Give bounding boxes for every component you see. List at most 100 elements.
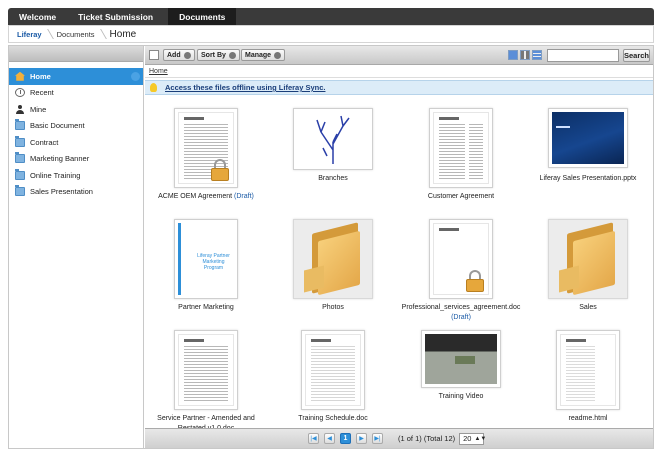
document-item[interactable]: Liferay Sales Presentation.pptx — [528, 108, 648, 208]
document-preview: Liferay Partner Marketing Program — [178, 223, 234, 295]
sidebar-item-online-training[interactable]: Online Training — [9, 167, 143, 184]
folder-item[interactable]: Sales — [528, 219, 648, 319]
sidebar-item-label: Basic Document — [30, 121, 85, 131]
document-preview-text: Liferay Partner Marketing Program — [197, 253, 230, 271]
first-page-button[interactable]: |◀ — [308, 433, 319, 444]
document-title[interactable]: ACME OEM Agreement (Draft) — [146, 192, 266, 202]
search-button[interactable]: Search — [623, 49, 650, 62]
sidebar-item-marketing-banner[interactable]: Marketing Banner — [9, 151, 143, 168]
document-title[interactable]: Photos — [273, 303, 393, 313]
clock-icon — [15, 88, 25, 98]
folder-item[interactable]: Photos — [273, 219, 393, 319]
document-title[interactable]: Partner Marketing — [146, 303, 266, 313]
descriptive-view-icon[interactable] — [520, 50, 530, 60]
lock-icon — [209, 159, 231, 181]
icon-view-icon[interactable] — [508, 50, 518, 60]
draft-status: (Draft) — [451, 314, 471, 321]
home-icon — [15, 71, 25, 81]
document-item[interactable]: Customer Agreement — [401, 108, 521, 208]
folder-icon — [15, 168, 25, 180]
document-thumbnail[interactable] — [429, 219, 493, 299]
folder-thumbnail[interactable] — [293, 219, 373, 299]
document-item[interactable]: Training Video — [401, 330, 521, 430]
pagination: |◀ ◀ 1 ▶ ▶| (1 of 1) (Total 12) 20 ▲▼ — [145, 428, 653, 448]
document-item[interactable]: Service Partner - Amended and Restated v… — [146, 330, 266, 432]
breadcrumb-documents[interactable]: Documents — [57, 30, 104, 39]
folder-breadcrumb-home[interactable]: Home — [149, 68, 168, 75]
sidebar-item-contract[interactable]: Contract — [9, 134, 143, 151]
tab-documents[interactable]: Documents — [168, 8, 237, 25]
folder-icon — [15, 119, 25, 131]
add-button[interactable]: Add — [163, 49, 195, 61]
sidebar-item-label: Recent — [30, 88, 54, 98]
tab-welcome[interactable]: Welcome — [8, 8, 67, 25]
document-title[interactable]: Sales — [528, 303, 648, 313]
document-thumbnail[interactable] — [548, 108, 628, 168]
tab-ticket-submission[interactable]: Ticket Submission — [67, 8, 164, 25]
sidebar-item-mine[interactable]: Mine — [9, 101, 143, 118]
next-page-button[interactable]: ▶ — [356, 433, 367, 444]
page-size-value: 20 — [463, 434, 472, 443]
sidebar-header — [9, 46, 143, 62]
draft-status: (Draft) — [234, 193, 254, 200]
document-item[interactable]: Professional_services_agreement.doc (Dra… — [401, 219, 521, 321]
lightbulb-icon — [150, 83, 157, 92]
breadcrumb-liferay[interactable]: Liferay — [17, 30, 51, 39]
document-title[interactable]: Customer Agreement — [401, 192, 521, 202]
document-thumbnail[interactable] — [556, 330, 620, 410]
document-title[interactable]: readme.html — [528, 414, 648, 424]
breadcrumb-home: Home — [109, 28, 137, 40]
search-input[interactable] — [547, 49, 619, 62]
sidebar-item-sales-presentation[interactable]: Sales Presentation — [9, 184, 143, 201]
select-all-checkbox[interactable] — [149, 50, 159, 60]
chevron-down-icon — [183, 51, 191, 59]
document-item[interactable]: Liferay Partner Marketing Program Partne… — [146, 219, 266, 319]
folder-thumbnail[interactable] — [293, 108, 373, 170]
folder-icon — [15, 152, 25, 164]
current-page[interactable]: 1 — [340, 433, 351, 444]
document-preview — [433, 223, 489, 295]
list-view-icon[interactable] — [532, 50, 542, 60]
folder-icon — [559, 222, 617, 296]
top-navigation: Welcome Ticket Submission Documents — [8, 8, 654, 25]
document-preview — [560, 334, 616, 406]
sidebar-item-basic-document[interactable]: Basic Document — [9, 118, 143, 135]
document-title[interactable]: Training Video — [401, 392, 521, 402]
manage-button[interactable]: Manage — [241, 49, 286, 61]
liferay-sync-link[interactable]: Access these files offline using Liferay… — [165, 83, 325, 92]
chevron-down-icon — [274, 51, 282, 59]
folder-icon — [15, 135, 25, 147]
page-info: (1 of 1) (Total 12) — [398, 434, 456, 443]
document-thumbnail[interactable]: Liferay Partner Marketing Program — [174, 219, 238, 299]
document-title[interactable]: Liferay Sales Presentation.pptx — [528, 174, 648, 184]
folder-icon — [15, 185, 25, 197]
document-title[interactable]: Training Schedule.doc — [273, 414, 393, 424]
folder-item[interactable]: Branches — [273, 108, 393, 208]
sidebar-item-label: Marketing Banner — [30, 154, 90, 164]
document-thumbnail[interactable] — [174, 330, 238, 410]
document-title[interactable]: Professional_services_agreement.doc (Dra… — [401, 303, 521, 323]
user-icon — [15, 104, 25, 114]
sidebar-item-home[interactable]: Home — [9, 68, 143, 85]
document-item[interactable]: Training Schedule.doc — [273, 330, 393, 430]
document-thumbnail[interactable] — [174, 108, 238, 188]
folder-thumbnail[interactable] — [548, 219, 628, 299]
page-size-select[interactable]: 20 ▲▼ — [459, 432, 486, 445]
last-page-button[interactable]: ▶| — [372, 433, 383, 444]
sort-by-button[interactable]: Sort By — [197, 49, 240, 61]
document-thumbnail[interactable] — [421, 330, 501, 388]
document-library: Home Recent Mine Basic Document Contract… — [8, 45, 654, 449]
sidebar-item-label: Contract — [30, 137, 59, 147]
previous-page-button[interactable]: ◀ — [324, 433, 335, 444]
sidebar: Home Recent Mine Basic Document Contract… — [9, 46, 144, 448]
document-item[interactable]: readme.html — [528, 330, 648, 430]
content-area: Add Sort By Manage Search Home Access th… — [145, 46, 653, 448]
document-title[interactable]: Branches — [273, 174, 393, 184]
document-thumbnail[interactable] — [301, 330, 365, 410]
sidebar-item-label: Home — [30, 71, 51, 81]
sidebar-item-recent[interactable]: Recent — [9, 85, 143, 102]
document-thumbnail[interactable] — [429, 108, 493, 188]
sidebar-item-label: Mine — [30, 104, 47, 114]
document-item[interactable]: ACME OEM Agreement (Draft) — [146, 108, 266, 208]
presentation-preview — [552, 112, 624, 164]
